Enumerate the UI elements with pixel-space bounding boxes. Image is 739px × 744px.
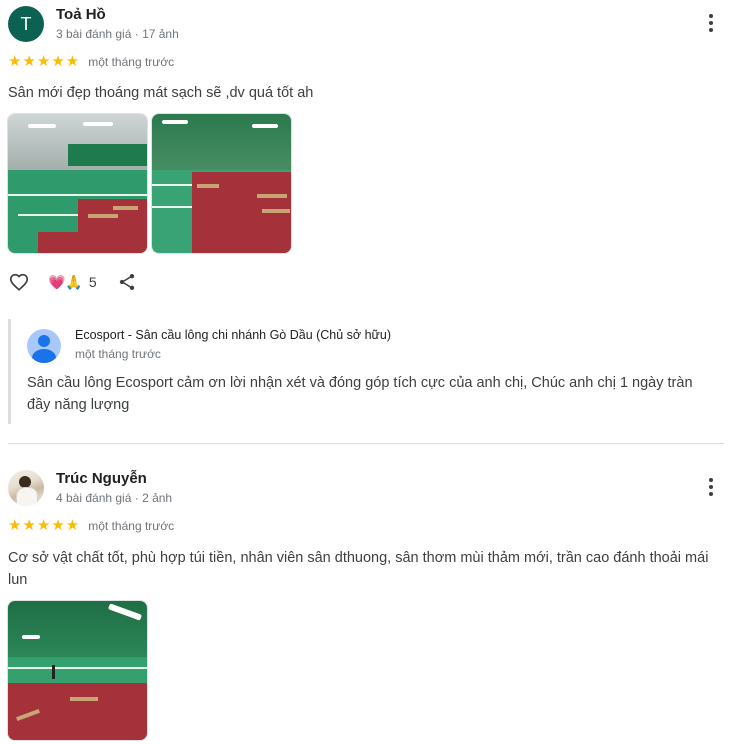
like-button[interactable] (8, 271, 30, 293)
reply-time: một tháng trước (75, 347, 161, 361)
heart-outline-icon (9, 273, 29, 291)
rating-row: ★★★★★ một tháng trước (8, 518, 174, 534)
review-divider (8, 443, 724, 444)
review-text: Sân mới đẹp thoáng mát sạch sẽ ,dv quá t… (8, 85, 314, 101)
reviewer-name[interactable]: Toả Hồ (56, 6, 179, 24)
reaction-emojis: 💗🙏 (48, 274, 83, 290)
reactions-summary[interactable]: 💗🙏 5 (48, 274, 97, 290)
review-photo[interactable] (7, 113, 148, 254)
reviewer-name[interactable]: Trúc Nguyễn (56, 470, 172, 488)
review-photo[interactable] (151, 113, 292, 254)
review-photo[interactable] (7, 600, 148, 741)
owner-name: Ecosport - Sân cầu lông chi nhánh Gò Dầu… (75, 328, 392, 342)
reviewer-avatar[interactable] (8, 470, 44, 506)
review-header: T Toả Hồ 3 bài đánh giá · 17 ảnh (8, 6, 179, 42)
review-actions: 💗🙏 5 (8, 271, 137, 293)
star-rating: ★★★★★ (8, 517, 81, 534)
owner-reply: Ecosport - Sân cầu lông chi nhánh Gò Dầu… (8, 319, 726, 424)
share-icon (119, 274, 134, 290)
review-text: Cơ sở vật chất tốt, phù hợp túi tiền, nh… (8, 550, 709, 588)
share-button[interactable] (117, 272, 137, 292)
more-vert-icon (709, 478, 713, 482)
review-time: một tháng trước (88, 519, 175, 533)
reaction-count: 5 (88, 274, 97, 290)
star-rating: ★★★★★ (8, 53, 81, 70)
review-header: Trúc Nguyễn 4 bài đánh giá · 2 ảnh (8, 470, 172, 506)
reviewer-info: Trúc Nguyễn 4 bài đánh giá · 2 ảnh (56, 470, 172, 506)
more-options-button[interactable] (701, 473, 721, 501)
rating-row: ★★★★★ một tháng trước (8, 54, 174, 70)
more-vert-icon (709, 14, 713, 18)
reviewer-meta: 4 bài đánh giá · 2 ảnh (56, 491, 173, 505)
person-icon (27, 329, 61, 363)
reviewer-avatar[interactable]: T (8, 6, 44, 42)
review-time: một tháng trước (88, 55, 175, 69)
reviewer-info: Toả Hồ 3 bài đánh giá · 17 ảnh (56, 6, 179, 42)
reviewer-meta: 3 bài đánh giá · 17 ảnh (56, 27, 179, 41)
more-options-button[interactable] (701, 9, 721, 37)
reply-text: Sân cầu lông Ecosport cảm ơn lời nhận xé… (27, 375, 693, 413)
